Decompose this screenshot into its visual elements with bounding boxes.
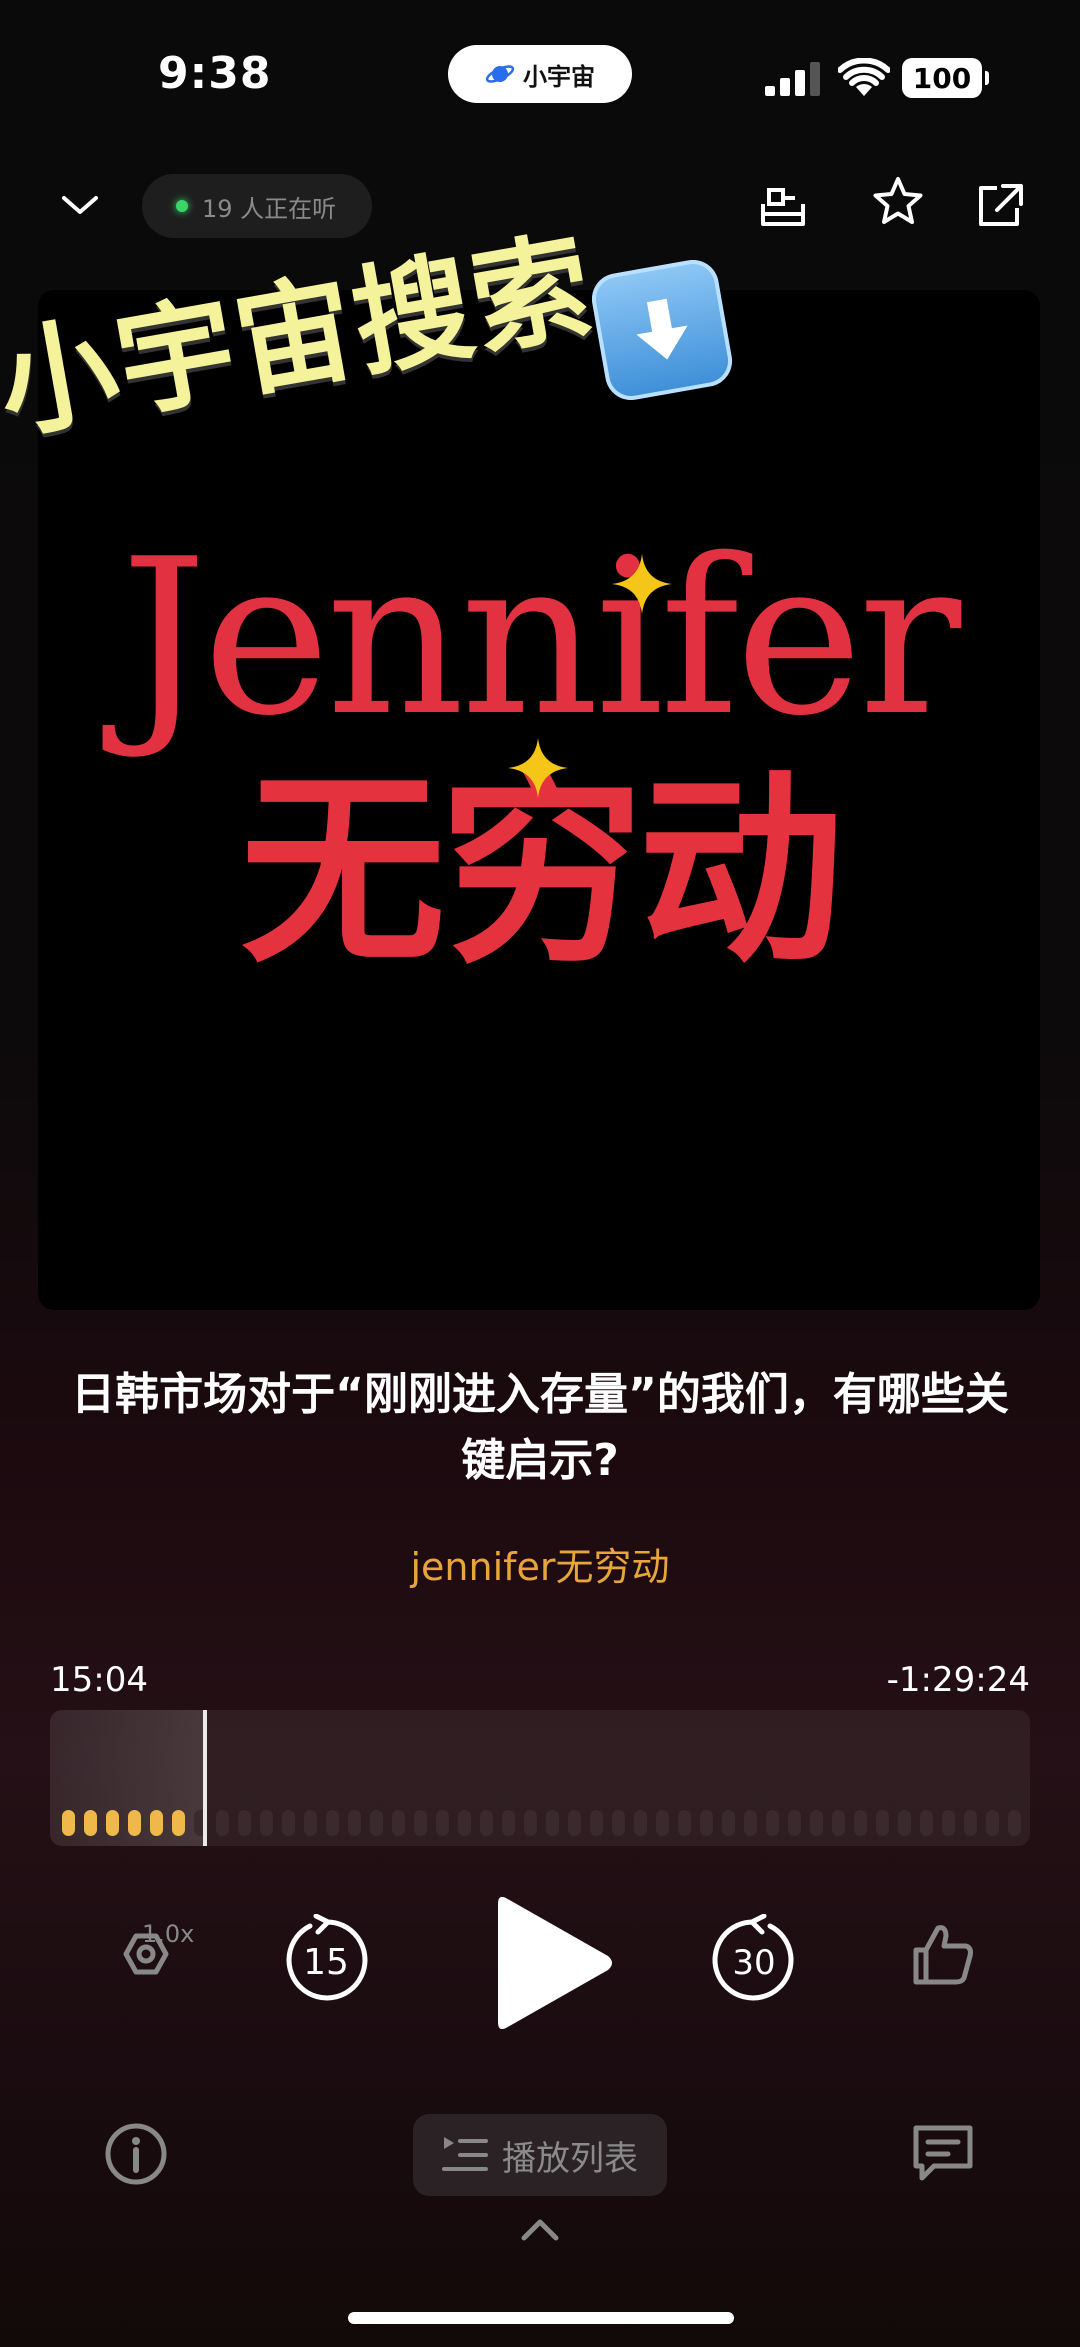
battery-indicator: 100 (902, 58, 989, 98)
waveform-bar (84, 1810, 97, 1836)
waveform-bar (876, 1810, 889, 1836)
chevron-up-icon[interactable] (518, 2214, 562, 2244)
elapsed-time: 15:04 (50, 1660, 148, 1700)
live-dot-icon (176, 200, 188, 212)
waveform-bar (348, 1810, 361, 1836)
waveform-bar (458, 1810, 471, 1836)
forward-30-button[interactable]: 30 (708, 1913, 800, 2006)
wifi-icon (838, 58, 890, 96)
waveform-bar (920, 1810, 933, 1836)
home-indicator[interactable] (348, 2312, 734, 2324)
down-arrow-icon (587, 255, 737, 405)
waveform-bar (986, 1810, 999, 1836)
cellular-signal-icon (765, 62, 820, 96)
episode-cover-art: Jennifer 无穷动 (38, 290, 1040, 1310)
waveform-bar (1008, 1810, 1021, 1836)
waveform-bar (942, 1810, 955, 1836)
podcast-author-link[interactable]: jennifer无穷动 (0, 1536, 1080, 1591)
waveform-bar (128, 1810, 141, 1836)
waveform-bar (436, 1810, 449, 1836)
live-listeners-badge: 19 人正在听 (142, 174, 372, 238)
playlist-label: 播放列表 (502, 2138, 638, 2179)
play-icon[interactable] (488, 1888, 616, 2038)
waveform-bar (370, 1810, 383, 1836)
waveform-bar (964, 1810, 977, 1836)
waveform-bar (546, 1810, 559, 1836)
episode-title: 日韩市场对于“刚刚进入存量”的我们，有哪些关键启示? (71, 1369, 1009, 1486)
sparkle-icon (508, 738, 568, 798)
waveform-bar (744, 1810, 757, 1836)
playlist-button[interactable]: 播放列表 (413, 2114, 667, 2196)
waveform-bar (392, 1810, 405, 1836)
waveform-bar (722, 1810, 735, 1836)
forward-30-icon: 30 (712, 1913, 794, 2001)
playhead[interactable] (203, 1710, 207, 1846)
waveform-bar (766, 1810, 779, 1836)
thumbs-up-icon[interactable] (908, 1920, 978, 1990)
waveform-bar (282, 1810, 295, 1836)
star-icon[interactable] (870, 174, 926, 230)
waveform-bar (656, 1810, 669, 1836)
waveform-bar (810, 1810, 823, 1836)
app-name: 小宇宙 (523, 62, 595, 91)
comment-icon[interactable] (910, 2122, 976, 2184)
chevron-down-icon[interactable] (58, 188, 102, 222)
waveform-bar (568, 1810, 581, 1836)
waveform-bar (260, 1810, 273, 1836)
waveform-bar (62, 1810, 75, 1836)
rewind-15-button[interactable]: 15 (280, 1913, 372, 2006)
cover-title-en: Jennifer (120, 512, 962, 763)
waveform-bar (238, 1810, 251, 1836)
tray-icon[interactable] (755, 178, 811, 234)
waveform-bar (854, 1810, 867, 1836)
forward-seconds-label: 30 (732, 1943, 775, 1983)
app-indicator-pill[interactable]: 小宇宙 (448, 45, 632, 103)
share-icon[interactable] (973, 178, 1029, 234)
waveform-scrubber[interactable] (50, 1710, 1030, 1846)
waveform-bar (788, 1810, 801, 1836)
rewind-15-icon: 15 (286, 1913, 368, 2001)
waveform-bar (414, 1810, 427, 1836)
waveform-bar (634, 1810, 647, 1836)
waveform-bar (590, 1810, 603, 1836)
waveform-bar (502, 1810, 515, 1836)
waveform-bar (612, 1810, 625, 1836)
rewind-seconds-label: 15 (303, 1942, 349, 1983)
waveform-bar (480, 1810, 493, 1836)
waveform-bar (898, 1810, 911, 1836)
listeners-count: 19 人正在听 (202, 194, 337, 223)
waveform-bar (700, 1810, 713, 1836)
waveform-bar (106, 1810, 119, 1836)
status-time: 9:38 (158, 48, 272, 99)
waveform-bar (150, 1810, 163, 1836)
sparkle-icon (612, 554, 672, 614)
waveform-bar (524, 1810, 537, 1836)
info-icon[interactable] (104, 2122, 168, 2186)
waveform-bar (172, 1810, 185, 1836)
waveform-bar (832, 1810, 845, 1836)
waveform-bar (326, 1810, 339, 1836)
playlist-icon (442, 2137, 488, 2171)
remaining-time: -1:29:24 (886, 1660, 1030, 1700)
planet-icon (485, 65, 515, 83)
waveform-bar (678, 1810, 691, 1836)
cover-title-cn: 无穷动 (240, 753, 844, 991)
waveform-bar (304, 1810, 317, 1836)
waveform-bar (216, 1810, 229, 1836)
speed-label: 1.0x (142, 1920, 195, 1948)
